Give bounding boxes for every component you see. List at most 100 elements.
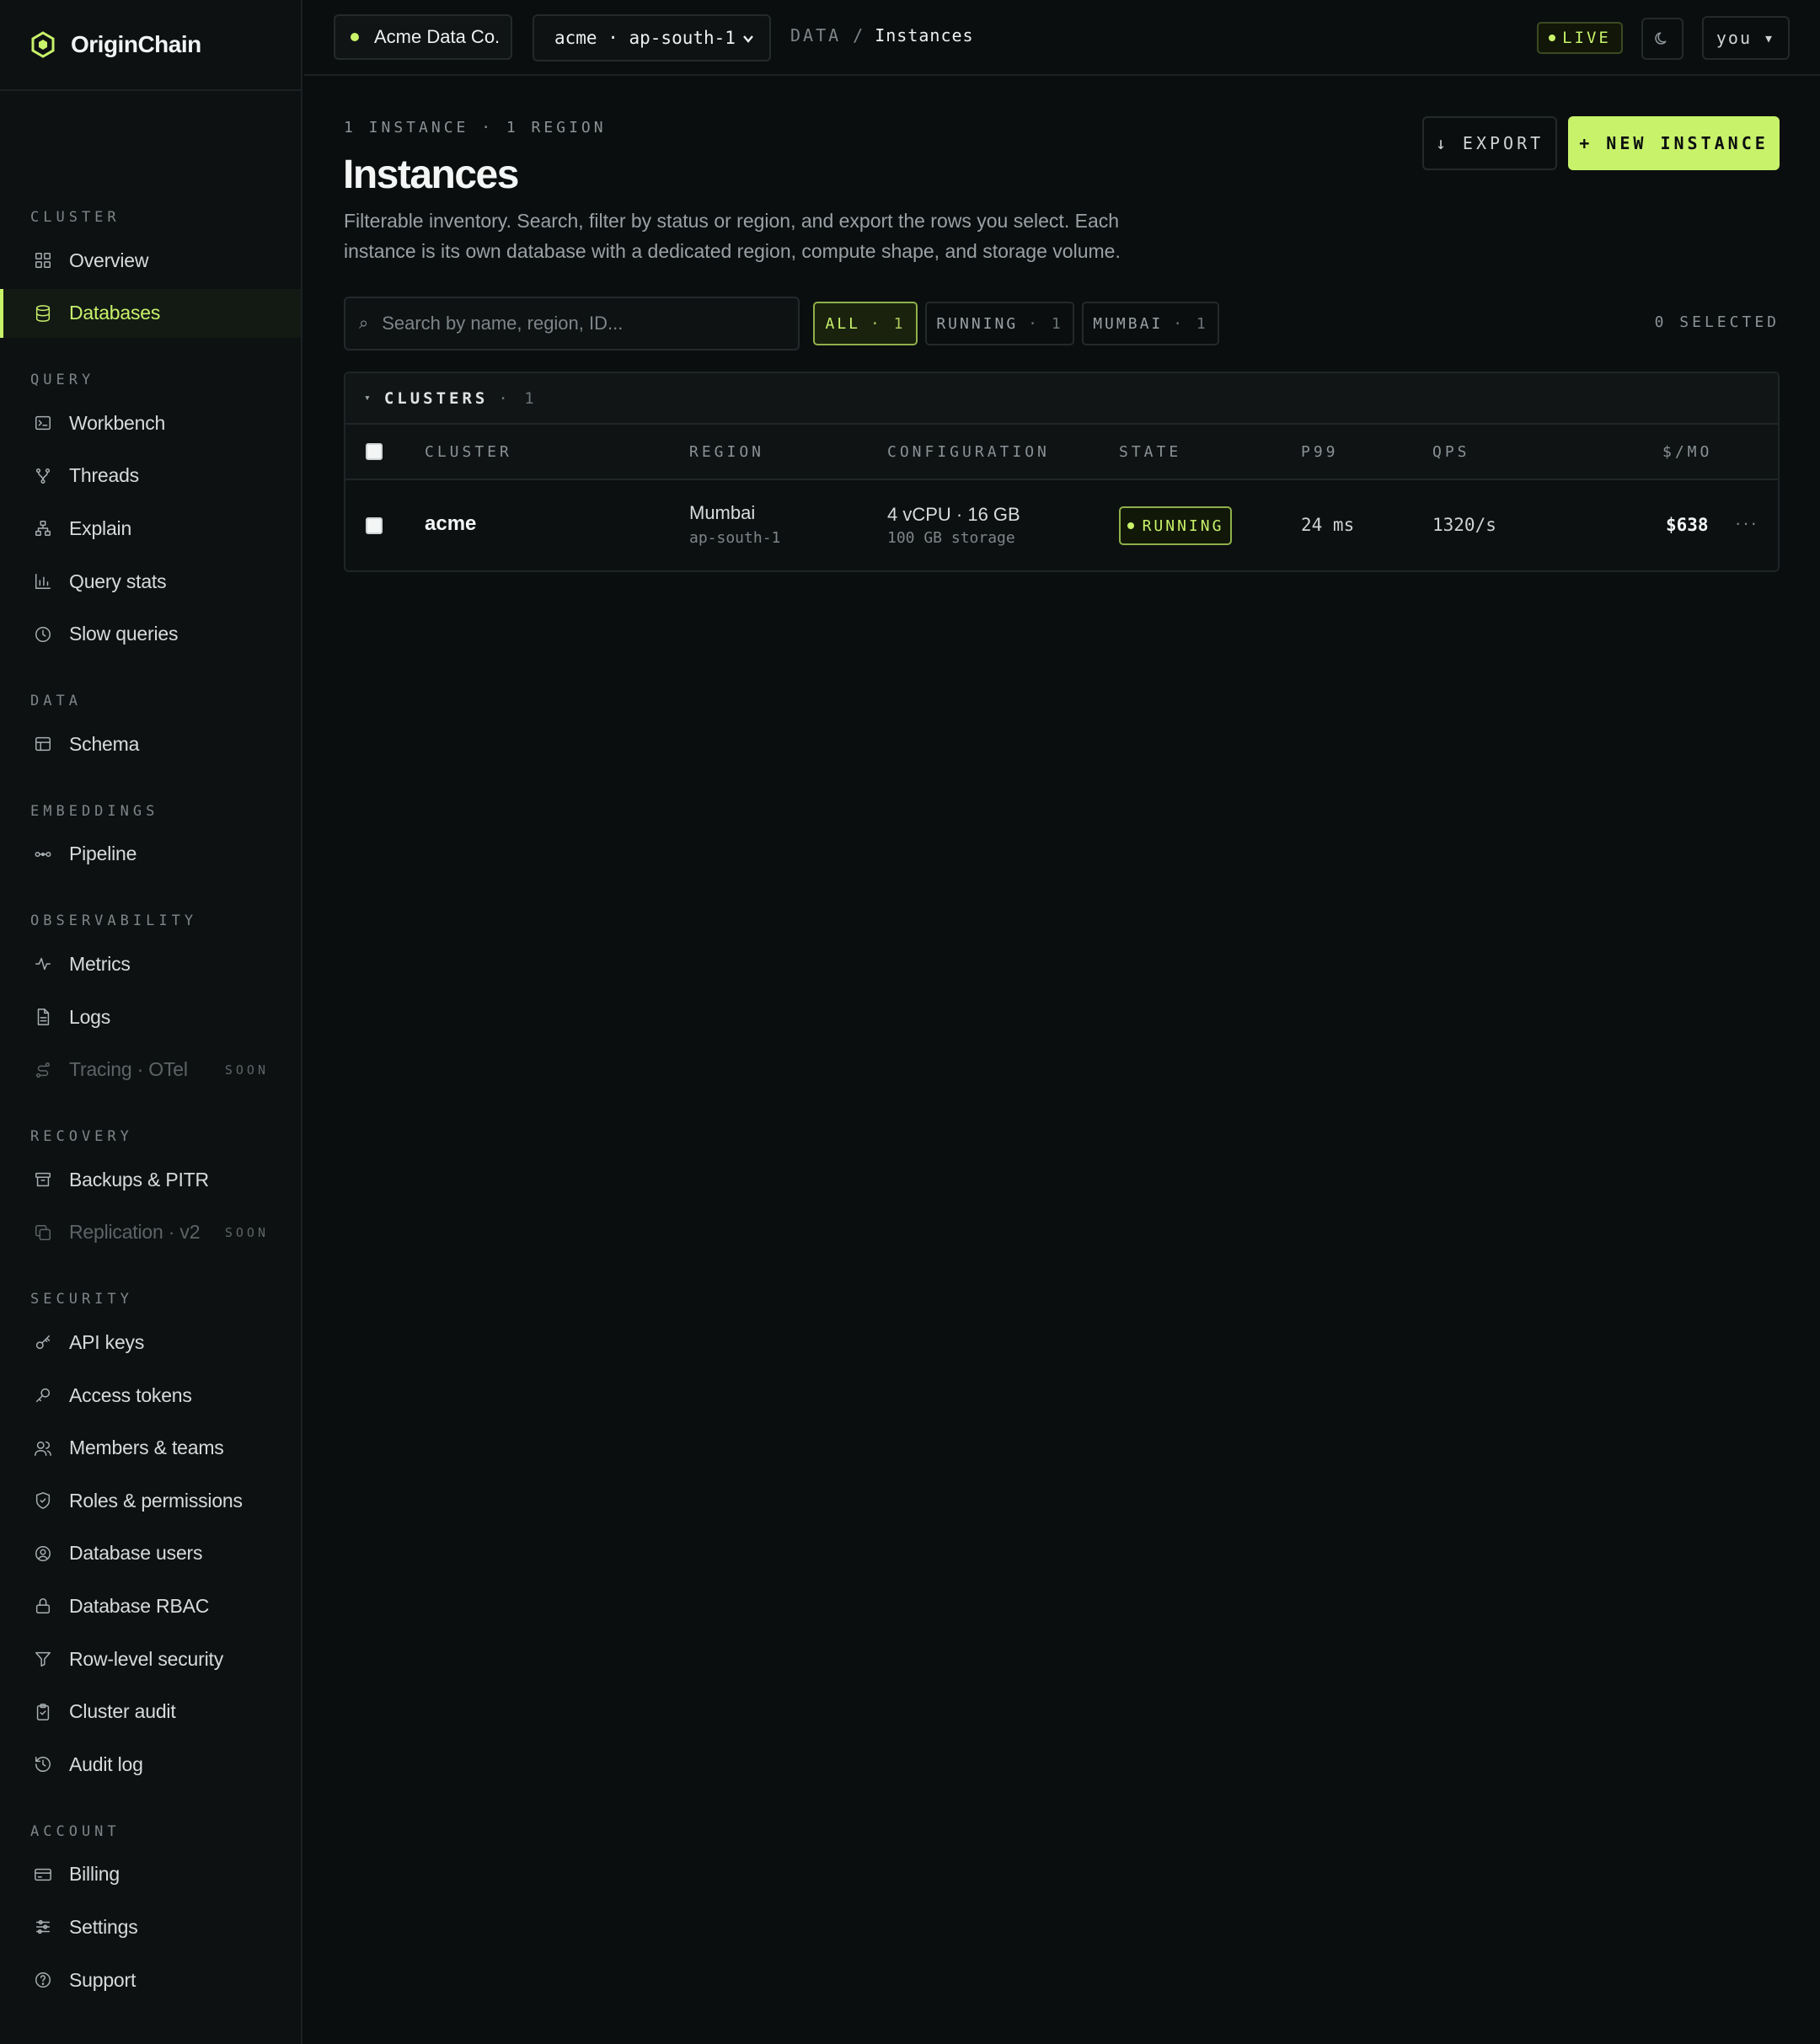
sidebar-item-query-stats[interactable]: Query stats <box>0 557 301 606</box>
section-label-embeddings: EMBEDDINGS <box>30 802 159 820</box>
sidebar-item-metrics[interactable]: Metrics <box>0 939 301 988</box>
section-label-data: DATA <box>30 693 82 710</box>
branch-icon <box>35 468 51 484</box>
sidebar-item-backups-pitr[interactable]: Backups & PITR <box>0 1155 301 1204</box>
filter-chip-running[interactable]: RUNNING · 1 <box>925 302 1074 345</box>
filter-chip-count: · 1 <box>1028 314 1063 333</box>
sidebar-item-label: Logs <box>69 1005 111 1028</box>
org-switcher[interactable]: Acme Data Co. <box>334 14 512 60</box>
section-label-query: QUERY <box>30 372 95 389</box>
sidebar-item-slow-queries[interactable]: Slow queries <box>0 610 301 659</box>
sidebar-item-workbench[interactable]: Workbench <box>0 399 301 447</box>
sidebar-item-label: Roles & permissions <box>69 1489 243 1512</box>
pipeline-icon <box>35 851 51 857</box>
copy-icon <box>35 1224 51 1240</box>
database-icon <box>35 304 51 322</box>
column-header-configuration[interactable]: CONFIGURATION <box>887 443 1050 461</box>
live-label: LIVE <box>1562 29 1611 47</box>
environment-value: acme · ap-south-1 <box>554 28 736 48</box>
sidebar-item-audit-log[interactable]: Audit log <box>0 1740 301 1789</box>
select-all-checkbox[interactable] <box>366 443 383 460</box>
column-header-state[interactable]: STATE <box>1119 443 1181 461</box>
more-actions-button[interactable]: ··· <box>1735 512 1758 534</box>
filter-chip-label: RUNNING <box>936 314 1019 333</box>
column-header-cost[interactable]: $/MO <box>1662 443 1712 461</box>
row-checkbox[interactable] <box>366 517 383 534</box>
help-icon <box>35 1972 51 1988</box>
region-name: Mumbai <box>689 502 756 523</box>
bar-chart-icon <box>35 574 51 589</box>
sidebar-item-label: Backups & PITR <box>69 1168 209 1191</box>
breadcrumb: DATA / Instances <box>790 25 974 45</box>
section-label-account: ACCOUNT <box>30 1822 120 1840</box>
sidebar-item-databases[interactable]: Databases <box>0 288 301 338</box>
sidebar-item-row-level-security[interactable]: Row-level security <box>0 1635 301 1683</box>
sidebar-item-threads[interactable]: Threads <box>0 452 301 500</box>
user-menu-button[interactable]: you ▾ <box>1702 16 1790 60</box>
sidebar-item-overview[interactable]: Overview <box>0 236 301 285</box>
cluster-name[interactable]: acme <box>425 512 476 536</box>
sidebar-item-label: Access tokens <box>69 1383 192 1406</box>
status-dot <box>1127 522 1134 529</box>
sidebar-item-settings[interactable]: Settings <box>0 1902 301 1951</box>
brand[interactable]: OriginChain <box>0 0 301 91</box>
breadcrumb-section[interactable]: DATA <box>790 25 841 45</box>
sidebar-item-label: Settings <box>69 1915 138 1938</box>
new-instance-button[interactable]: + NEW INSTANCE <box>1568 116 1780 170</box>
sidebar-item-logs[interactable]: Logs <box>0 993 301 1041</box>
section-label-observability: OBSERVABILITY <box>30 912 198 930</box>
sidebar-item-billing[interactable]: Billing <box>0 1850 301 1899</box>
breadcrumb-separator: / <box>853 25 864 45</box>
export-button[interactable]: ↓ EXPORT <box>1422 116 1557 170</box>
column-header-region[interactable]: REGION <box>689 443 764 461</box>
column-header-qps[interactable]: QPS <box>1432 443 1470 461</box>
region-code: ap-south-1 <box>689 529 781 547</box>
clock-icon <box>35 626 51 642</box>
sidebar-item-label: Cluster audit <box>69 1700 176 1723</box>
environment-select[interactable]: acme · ap-south-1 <box>533 14 771 62</box>
search-input[interactable]: ⌕ Search by name, region, ID... <box>344 297 800 350</box>
column-header-cluster[interactable]: CLUSTER <box>425 443 512 461</box>
grid-icon <box>35 253 51 268</box>
theme-toggle-button[interactable] <box>1641 18 1684 60</box>
sidebar-item-schema[interactable]: Schema <box>0 720 301 768</box>
sidebar-item-label: Schema <box>69 732 140 755</box>
user-label: you ▾ <box>1716 28 1776 48</box>
sidebar-item-database-rbac[interactable]: Database RBAC <box>0 1581 301 1630</box>
sidebar-item-explain[interactable]: Explain <box>0 504 301 553</box>
sidebar-item-label: Query stats <box>69 570 167 592</box>
filter-chip-all[interactable]: ALL · 1 <box>813 302 918 345</box>
caret-down-icon: ▾ <box>364 392 374 404</box>
sidebar-item-access-tokens[interactable]: Access tokens <box>0 1371 301 1420</box>
token-icon <box>35 1388 51 1403</box>
sidebar-item-label: API keys <box>69 1330 145 1353</box>
sidebar-item-database-users[interactable]: Database users <box>0 1529 301 1578</box>
sidebar-item-label: Members & teams <box>69 1437 224 1459</box>
history-icon <box>35 1757 51 1773</box>
sidebar-item-support[interactable]: Support <box>0 1956 301 2004</box>
moon-icon <box>1655 32 1667 45</box>
filter-chip-mumbai[interactable]: MUMBAI · 1 <box>1082 302 1219 345</box>
filter-chip-count: · 1 <box>1173 314 1208 333</box>
page-meta: 1 INSTANCE · 1 REGION <box>344 119 607 136</box>
status-label: RUNNING <box>1142 516 1224 535</box>
sidebar-item-pipeline[interactable]: Pipeline <box>0 830 301 879</box>
group-header-clusters[interactable]: ▾ CLUSTERS · 1 <box>345 373 1778 425</box>
sidebar-item-members-teams[interactable]: Members & teams <box>0 1424 301 1473</box>
group-count: · 1 <box>498 388 538 408</box>
soon-badge: SOON <box>224 1062 269 1078</box>
filter-chip-label: MUMBAI <box>1093 314 1164 333</box>
sidebar-item-api-keys[interactable]: API keys <box>0 1318 301 1367</box>
sidebar-item-cluster-audit[interactable]: Cluster audit <box>0 1688 301 1736</box>
sidebar-item-label: Billing <box>69 1863 120 1886</box>
sidebar-item-label: Metrics <box>69 952 131 975</box>
clipboard-icon <box>36 1703 50 1720</box>
filter-chip-count: · 1 <box>870 314 906 333</box>
sidebar-item-label: Support <box>69 1968 136 1991</box>
sidebar-item-roles-permissions[interactable]: Roles & permissions <box>0 1476 301 1525</box>
column-header-p99[interactable]: P99 <box>1301 443 1339 461</box>
section-label-recovery: RECOVERY <box>30 1128 133 1146</box>
sidebar-item-label: Database RBAC <box>69 1594 210 1617</box>
group-name: CLUSTERS <box>383 388 489 408</box>
table-row[interactable]: acme Mumbai ap-south-1 4 vCPU · 16 GB 10… <box>345 480 1778 570</box>
